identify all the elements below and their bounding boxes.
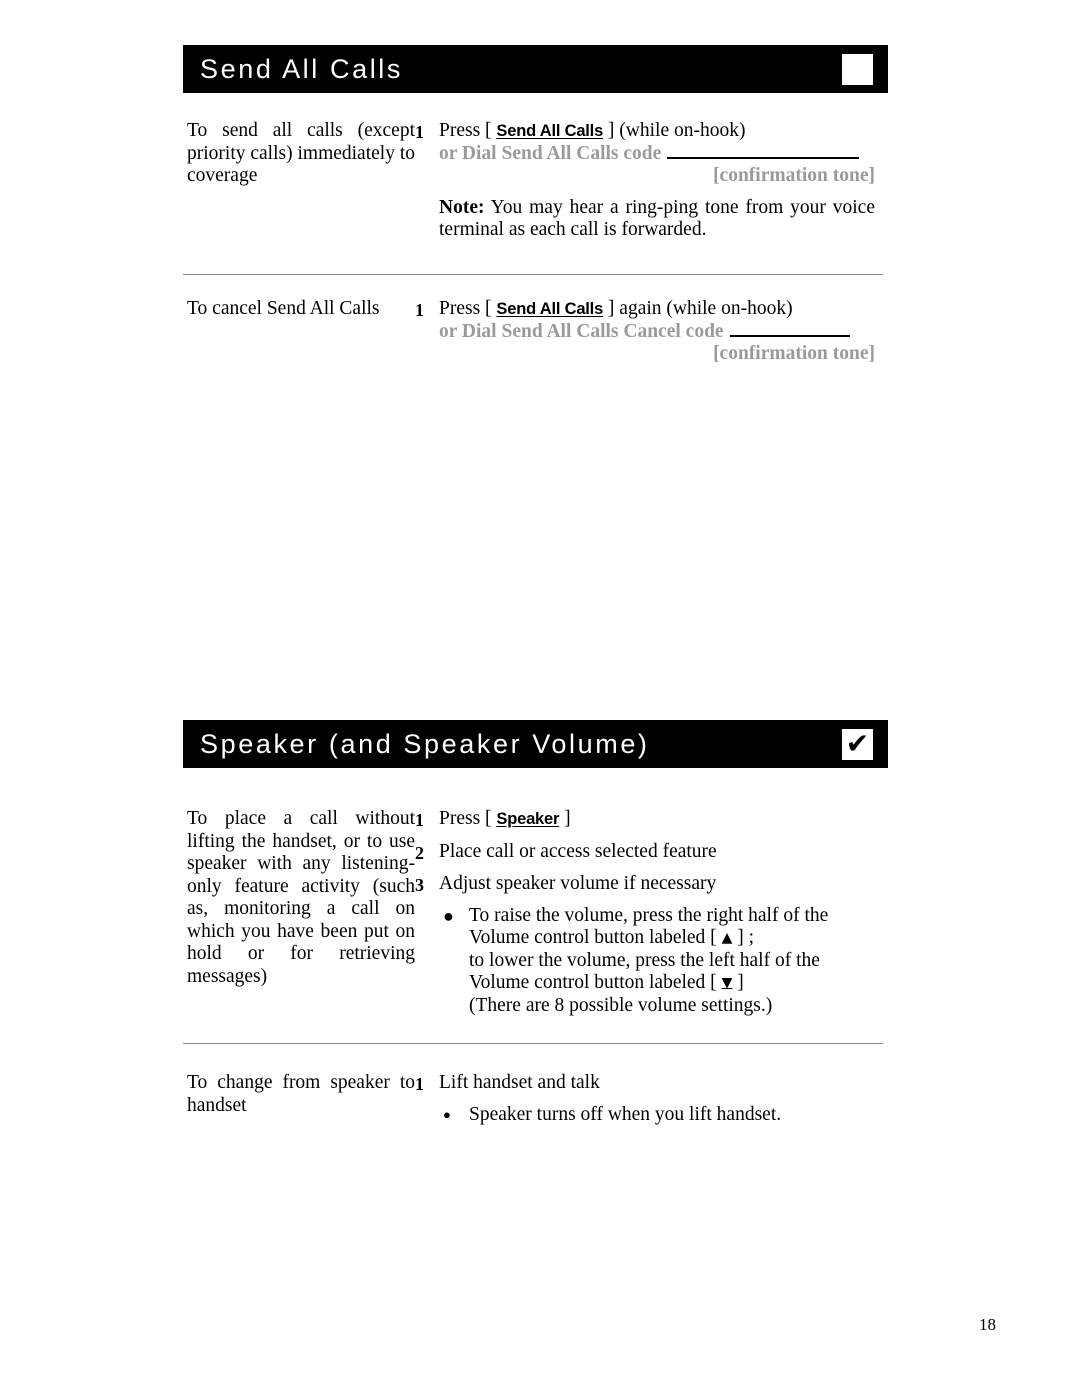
section-header-send-all-calls: Send All Calls — [183, 45, 888, 93]
dial-code-instruction: or Dial Send All Calls Cancel code — [439, 321, 885, 344]
volume-up-arrow-icon: ▲ — [721, 930, 733, 946]
section-divider — [183, 1043, 883, 1044]
press-instruction: Press [ Send All Calls ] (while on-hook) — [439, 120, 885, 143]
handset-note: Speaker turns off when you lift handset. — [469, 1103, 782, 1125]
volume-instructions: To raise the volume, press the right hal… — [469, 905, 885, 1018]
task-steps: 1 Press [ Send All Calls ] again (while … — [415, 298, 885, 366]
page-title-speaker: Speaker (and Speaker Volume) — [200, 728, 650, 759]
volume-raise-line-1: To raise the volume, press the right hal… — [469, 904, 829, 926]
press-instruction: Press [ Speaker ] — [439, 808, 885, 831]
step-content: Lift handset and talk ● Speaker turns of… — [439, 1072, 885, 1126]
press-suffix: ] (while on-hook) — [603, 120, 746, 141]
phone-button-send-all-calls[interactable]: Send All Calls — [496, 300, 603, 318]
step-number: 2 — [415, 842, 424, 863]
note: Note: You may hear a ring-ping tone from… — [439, 197, 875, 242]
press-suffix: ] again (while on-hook) — [603, 298, 793, 319]
volume-lower-line-1: to lower the volume, press the left half… — [469, 949, 820, 971]
instruction-block-send-all-calls-cancel: To cancel Send All Calls 1 Press [ Send … — [185, 298, 885, 366]
step-content: Press [ Speaker ] — [439, 808, 885, 831]
volume-raise-line-2: Volume control button labeled [ ▲ ] ; — [469, 927, 885, 950]
step-row: 1 Press [ Send All Calls ] (while on-hoo… — [415, 120, 885, 242]
empty-checkbox-icon — [842, 53, 873, 85]
step-content: Adjust speaker volume if necessary ● To … — [439, 873, 885, 1017]
volume-label-suffix: ] ; — [732, 927, 755, 948]
task-steps: 1 Lift handset and talk ● Speaker turns … — [415, 1072, 885, 1126]
page-number: 18 — [979, 1315, 996, 1334]
note-label: Note: — [439, 196, 485, 218]
volume-lower-line-2: Volume control button labeled [ ▼ ] — [469, 972, 885, 995]
step-row: 2 Place call or access selected feature — [415, 841, 885, 865]
volume-label-suffix: ] — [732, 972, 744, 993]
section-header-speaker: Speaker (and Speaker Volume) ✔ — [183, 720, 888, 768]
section-divider — [183, 274, 883, 275]
bullet-dot-icon: ● — [443, 1106, 451, 1122]
step-text: Lift handset and talk — [439, 1072, 600, 1093]
volume-settings-note: (There are 8 possible volume settings.) — [469, 994, 773, 1016]
instruction-block-speaker-place-call: To place a call without lifting the hand… — [185, 808, 885, 1017]
bullet-dot-icon: ● — [443, 905, 454, 926]
press-prefix: Press [ — [439, 298, 497, 319]
press-prefix: Press [ — [439, 808, 497, 829]
step-row: 1 Press [ Speaker ] — [415, 808, 885, 832]
step-number: 1 — [415, 300, 424, 320]
volume-label-prefix: Volume control button labeled [ — [469, 972, 722, 993]
confirmation-tone-label: [confirmation tone] — [713, 343, 875, 364]
volume-label-prefix: Volume control button labeled [ — [469, 927, 722, 948]
press-instruction: Press [ Send All Calls ] again (while on… — [439, 298, 885, 321]
task-description: To place a call without lifting the hand… — [187, 808, 415, 987]
task-description: To send all calls (except priority calls… — [187, 120, 415, 186]
step-content: Place call or access selected feature — [439, 840, 717, 862]
step-row: 3 Adjust speaker volume if necessary ● T… — [415, 873, 885, 1017]
step-number: 1 — [415, 1074, 424, 1094]
volume-down-arrow-icon: ▼ — [721, 975, 733, 991]
instruction-block-send-all-calls-activate: To send all calls (except priority calls… — [185, 120, 885, 242]
dial-code-label: or Dial Send All Calls code — [439, 142, 662, 164]
press-suffix: ] — [559, 808, 571, 829]
dial-code-blank-field[interactable] — [729, 321, 850, 337]
handset-bullet: ● Speaker turns off when you lift handse… — [439, 1104, 885, 1127]
note-text: You may hear a ring-ping tone from your … — [439, 196, 875, 241]
step-content: Press [ Send All Calls ] (while on-hook)… — [439, 120, 885, 242]
phone-button-speaker[interactable]: Speaker — [496, 810, 559, 828]
dial-code-instruction: or Dial Send All Calls code — [439, 143, 885, 166]
confirmation-tone-label: [confirmation tone] — [713, 165, 875, 186]
task-steps: 1 Press [ Send All Calls ] (while on-hoo… — [415, 120, 885, 242]
step-row: 1 Lift handset and talk ● Speaker turns … — [415, 1072, 885, 1126]
step-text: Adjust speaker volume if necessary — [439, 873, 717, 894]
task-steps: 1 Press [ Speaker ] 2 Place call or acce… — [415, 808, 885, 1017]
step-number: 3 — [415, 875, 424, 895]
step-number: 1 — [415, 810, 424, 830]
volume-bullet: ● To raise the volume, press the right h… — [439, 905, 885, 1018]
task-description: To cancel Send All Calls — [187, 298, 380, 319]
instruction-block-speaker-to-handset: To change from speaker to handset 1 Lift… — [185, 1072, 885, 1126]
step-number: 1 — [415, 122, 424, 142]
checkbox-check-glyph: ✔ — [845, 726, 870, 760]
checked-checkbox-icon: ✔ — [842, 726, 873, 760]
dial-code-label: or Dial Send All Calls Cancel code — [439, 320, 724, 342]
page-title-send-all-calls: Send All Calls — [200, 53, 403, 84]
task-description: To change from speaker to handset — [187, 1072, 415, 1116]
phone-button-send-all-calls[interactable]: Send All Calls — [496, 122, 603, 140]
press-prefix: Press [ — [439, 120, 497, 141]
step-content: Press [ Send All Calls ] again (while on… — [439, 298, 885, 366]
step-row: 1 Press [ Send All Calls ] again (while … — [415, 298, 885, 366]
checkbox-check-glyph — [842, 54, 873, 85]
document-page: Send All Calls To send all calls (except… — [0, 0, 1080, 1395]
dial-code-blank-field[interactable] — [667, 143, 860, 159]
